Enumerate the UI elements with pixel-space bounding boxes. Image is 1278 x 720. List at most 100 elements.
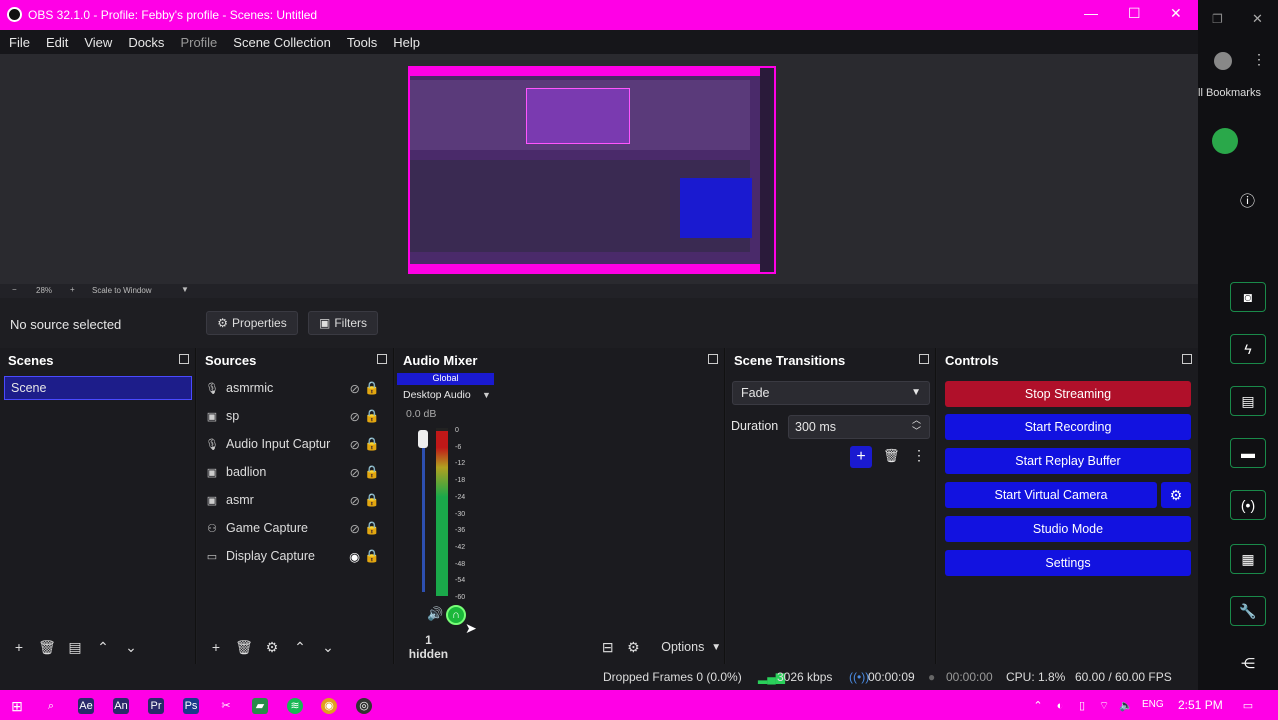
lock-icon[interactable]: 🔒 (364, 437, 380, 452)
chevron-down-icon[interactable]: ▼ (708, 642, 724, 653)
studio-mode-button[interactable]: Studio Mode (945, 516, 1191, 542)
layout-icon[interactable]: ⊟ (600, 639, 616, 656)
source-item[interactable]: 🎙 asmrmic ⊘ 🔒 (205, 377, 390, 399)
lock-icon[interactable]: 🔒 (364, 549, 380, 564)
menu-file[interactable]: File (9, 35, 30, 50)
volume-slider-track[interactable] (422, 432, 425, 592)
screenshot-icon[interactable]: ◙ (1230, 282, 1266, 312)
dock-icon[interactable] (179, 354, 189, 364)
wrench-icon[interactable]: 🔧 (1230, 596, 1266, 626)
source-item[interactable]: ▭ Display Capture ◉ 🔒 (205, 545, 390, 567)
properties-button[interactable]: ⚙ Properties (206, 311, 298, 335)
search-icon[interactable]: ⌕ (43, 698, 59, 714)
info-icon[interactable]: ⓘ (1240, 190, 1255, 211)
down-arrow-icon[interactable]: ⌄ (122, 639, 140, 656)
trash-icon[interactable]: 🗑 (883, 448, 900, 464)
more-options-icon[interactable]: ⋮ (1252, 51, 1266, 68)
chevron-up-icon[interactable]: ⌃ (1030, 698, 1046, 714)
eye-hidden-icon[interactable]: ⊘ (350, 465, 360, 480)
spotify-icon[interactable]: ≋ (287, 698, 303, 714)
add-transition-button[interactable]: + (850, 446, 872, 468)
broadcast-icon[interactable]: (•) (1230, 490, 1266, 520)
menu-help[interactable]: Help (393, 35, 420, 50)
animate-icon[interactable]: An (113, 698, 129, 714)
source-item[interactable]: ▣ asmr ⊘ 🔒 (205, 489, 390, 511)
source-item[interactable]: 🎙 Audio Input Captur ⊘ 🔒 (205, 433, 390, 455)
close-icon[interactable]: ✕ (1170, 5, 1182, 22)
hidden-count[interactable]: 1 hidden (407, 633, 450, 661)
tray-app-icon[interactable]: ◐ (1052, 698, 1068, 714)
source-item[interactable]: ⚇ Game Capture ⊘ 🔒 (205, 517, 390, 539)
eye-hidden-icon[interactable]: ⊘ (350, 437, 360, 452)
more-options-icon[interactable]: ⋮ (912, 447, 926, 464)
menu-docks[interactable]: Docks (128, 35, 164, 50)
settings-button[interactable]: Settings (945, 550, 1191, 576)
language-indicator[interactable]: ENG (1142, 699, 1164, 710)
speaker-icon[interactable]: 🔊 (427, 606, 443, 622)
chrome-icon[interactable]: ◉ (321, 698, 337, 714)
lock-icon[interactable]: 🔒 (364, 381, 380, 396)
premiere-icon[interactable]: Pr (148, 698, 164, 714)
virtual-camera-settings-icon[interactable]: ⚙ (1161, 482, 1191, 508)
volume-icon[interactable]: 🔈 (1118, 698, 1134, 714)
zoom-out-button[interactable]: − (12, 285, 17, 294)
minimize-icon[interactable]: — (1084, 5, 1098, 21)
share-icon[interactable]: ⋲ (1230, 648, 1266, 678)
menu-scene-collection[interactable]: Scene Collection (233, 35, 331, 50)
all-bookmarks-link[interactable]: ll Bookmarks (1198, 87, 1261, 99)
lock-icon[interactable]: 🔒 (364, 409, 380, 424)
filters-button[interactable]: ▣ Filters (308, 311, 378, 335)
game-icon[interactable]: ▰ (252, 698, 268, 714)
after-effects-icon[interactable]: Ae (78, 698, 94, 714)
stop-streaming-button[interactable]: Stop Streaming (945, 381, 1191, 407)
restore-icon[interactable]: ❐ (1212, 12, 1223, 26)
desktop-audio-label[interactable]: Desktop Audio (403, 389, 471, 401)
scene-item[interactable]: Scene (4, 376, 192, 400)
up-arrow-icon[interactable]: ⌃ (94, 639, 112, 656)
lightning-icon[interactable]: ϟ (1230, 334, 1266, 364)
menu-tools[interactable]: Tools (347, 35, 377, 50)
source-item[interactable]: ▣ badlion ⊘ 🔒 (205, 461, 390, 483)
extension-icon[interactable] (1212, 128, 1238, 154)
dock-icon[interactable] (919, 354, 929, 364)
duration-input[interactable]: 300 ms ︿ ﹀ (788, 415, 930, 439)
scale-select[interactable]: Scale to Window (92, 286, 152, 295)
eye-hidden-icon[interactable]: ⊘ (350, 493, 360, 508)
transition-select[interactable]: Fade ▼ (732, 381, 930, 405)
eye-hidden-icon[interactable]: ⊘ (350, 381, 360, 396)
menu-profile[interactable]: Profile (180, 35, 217, 50)
lock-icon[interactable]: 🔒 (364, 521, 380, 536)
obs-icon[interactable]: ◎ (356, 698, 372, 714)
menu-edit[interactable]: Edit (46, 35, 68, 50)
wifi-icon[interactable]: ⌔ (1096, 698, 1112, 714)
filter-icon[interactable]: ▤ (66, 639, 84, 656)
capcut-icon[interactable]: ✂ (218, 698, 234, 714)
document-icon[interactable]: ▤ (1230, 386, 1266, 416)
gear-icon[interactable]: ⚙ (263, 639, 281, 656)
close-icon[interactable]: ✕ (1252, 11, 1263, 27)
chevron-down-icon[interactable]: ▼ (181, 285, 189, 294)
options-button[interactable]: Options (661, 640, 704, 654)
mixer-settings-icon[interactable]: ⚙ (626, 639, 642, 656)
chat-icon[interactable]: ▬ (1230, 438, 1266, 468)
start-replay-buffer-button[interactable]: Start Replay Buffer (945, 448, 1191, 474)
up-arrow-icon[interactable]: ⌃ (291, 639, 309, 656)
trash-icon[interactable]: 🗑 (235, 639, 253, 656)
windows-start-icon[interactable]: ⊞ (9, 698, 25, 714)
stepper-icon[interactable]: ︿ ﹀ (912, 415, 921, 437)
eye-icon[interactable]: ◉ (349, 549, 360, 564)
headphones-icon[interactable]: ∩ (446, 605, 466, 625)
volume-slider-handle[interactable] (418, 430, 428, 448)
notification-icon[interactable]: ▭ (1240, 698, 1256, 714)
chevron-down-icon[interactable]: ▼ (482, 390, 491, 400)
layout-icon[interactable]: ▦ (1230, 544, 1266, 574)
lock-icon[interactable]: 🔒 (364, 465, 380, 480)
photoshop-icon[interactable]: Ps (183, 698, 199, 714)
dock-icon[interactable] (1182, 354, 1192, 364)
clock[interactable]: 2:51 PM (1178, 698, 1223, 712)
menu-view[interactable]: View (84, 35, 112, 50)
start-recording-button[interactable]: Start Recording (945, 414, 1191, 440)
dock-icon[interactable] (708, 354, 718, 364)
lock-icon[interactable]: 🔒 (364, 493, 380, 508)
start-virtual-camera-button[interactable]: Start Virtual Camera (945, 482, 1157, 508)
